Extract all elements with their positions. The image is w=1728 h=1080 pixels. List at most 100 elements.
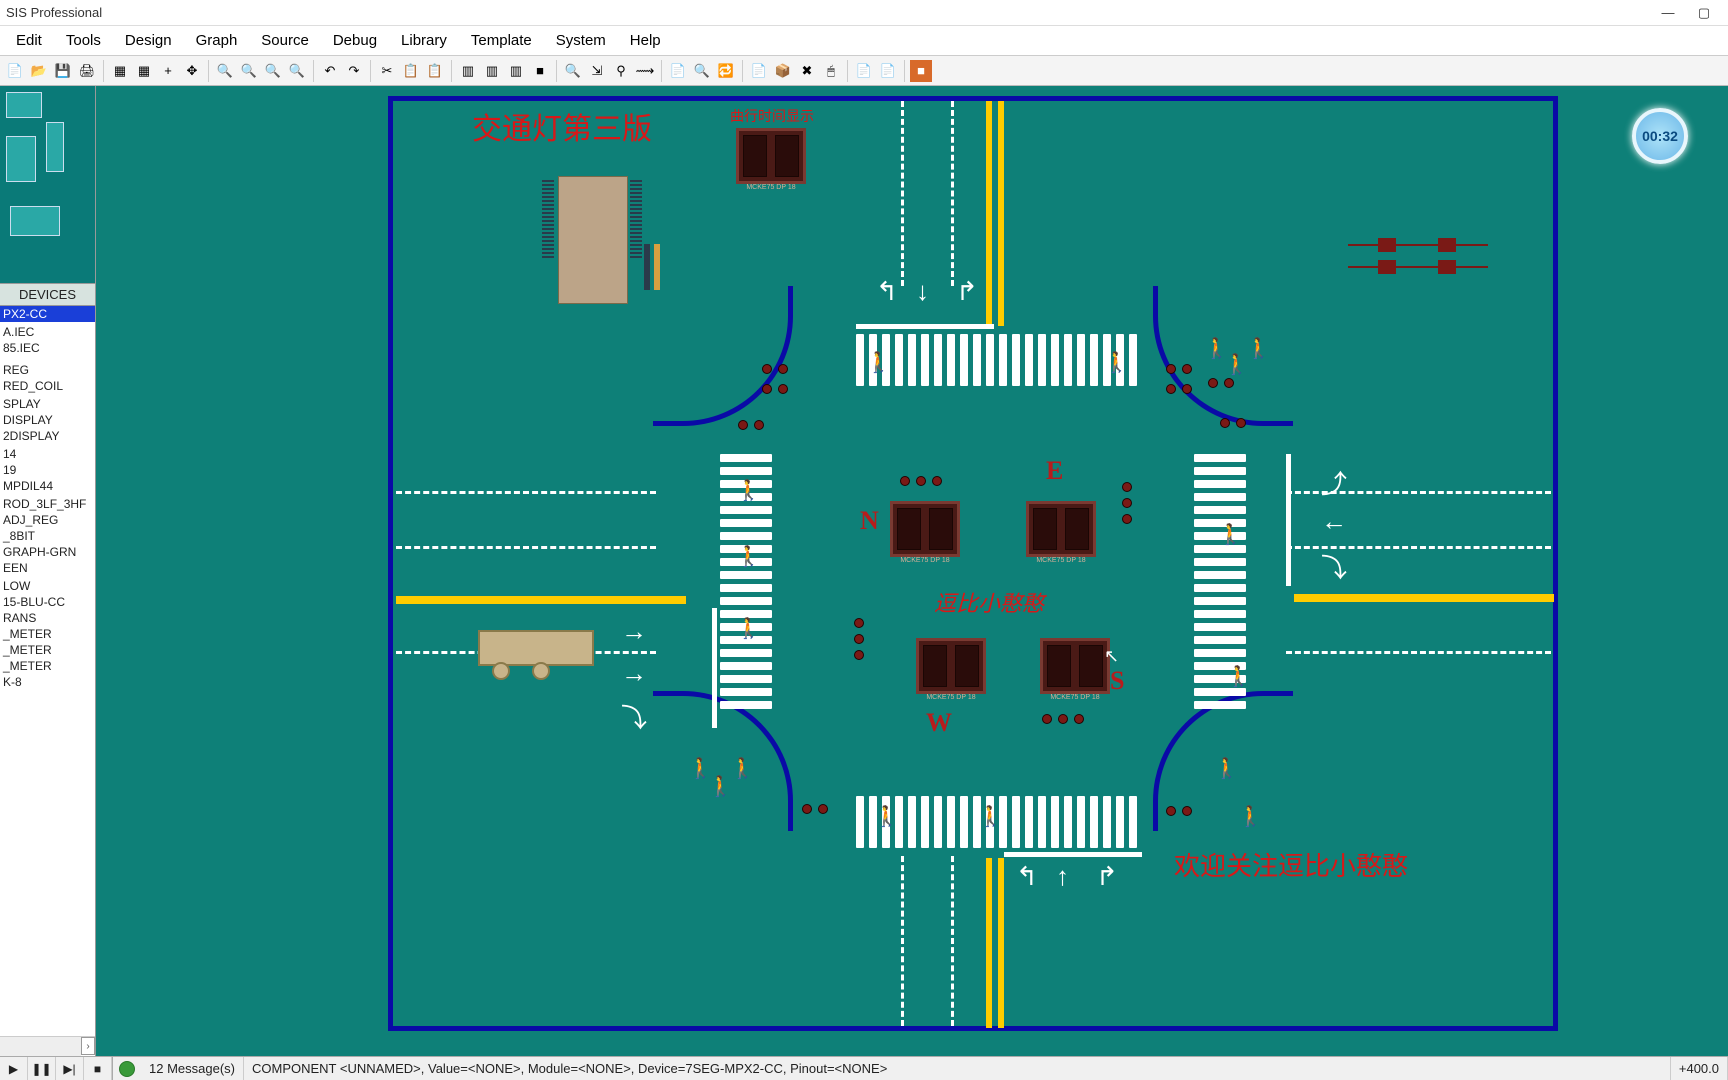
menu-library[interactable]: Library [389, 28, 459, 53]
save-icon[interactable]: 💾 [52, 60, 74, 82]
package-icon[interactable]: 📦 [772, 60, 794, 82]
seg7-display-n: MCKE75 DP 18 [890, 501, 960, 557]
mcu-chip[interactable] [558, 176, 628, 304]
device-item[interactable]: 14 [0, 446, 95, 462]
zoom-in-icon[interactable]: 🔍 [214, 60, 236, 82]
lights [1166, 384, 1192, 394]
device-item[interactable]: ROD_3LF_3HF [0, 496, 95, 512]
zoom-out-icon[interactable]: 🔍 [238, 60, 260, 82]
device-item[interactable]: LOW [0, 578, 95, 594]
print-icon[interactable]: 🖨 [76, 60, 98, 82]
replace-icon[interactable]: 🔁 [715, 60, 737, 82]
menu-design[interactable]: Design [113, 28, 184, 53]
device-item[interactable]: _METER [0, 658, 95, 674]
menu-debug[interactable]: Debug [321, 28, 389, 53]
device-item[interactable]: _METER [0, 626, 95, 642]
arrow-icon: → [621, 616, 647, 647]
menu-template[interactable]: Template [459, 28, 544, 53]
copy-icon[interactable]: 📋 [400, 60, 422, 82]
arrow-icon: ⤴ [1321, 464, 1347, 501]
pedestrian-icon: 🚶 [1238, 804, 1263, 829]
trace-icon[interactable]: ⟿ [634, 60, 656, 82]
menu-graph[interactable]: Graph [184, 28, 250, 53]
design-canvas[interactable]: ↰ ↓ ↱ ↰ ↑ ↱ → → ⤵ ⤴ ← ⤵ MCKE75 DP 18 MCK… [96, 86, 1728, 1056]
menu-edit[interactable]: Edit [4, 28, 54, 53]
device-list[interactable]: PX2-CC A.IEC85.IEC REGRED_COIL SPLAYDISPLAY… [0, 306, 95, 1036]
cut-icon[interactable]: ✂ [376, 60, 398, 82]
pan-icon[interactable]: ✥ [181, 60, 203, 82]
lights [1122, 482, 1132, 524]
device-scroll[interactable]: › [0, 1036, 95, 1056]
block-copy-icon[interactable]: ▥ [457, 60, 479, 82]
device-item[interactable]: 2DISPLAY [0, 428, 95, 444]
message-indicator-icon[interactable] [119, 1061, 135, 1077]
netlist-icon[interactable]: 📄 [667, 60, 689, 82]
device-item[interactable]: K-8 [0, 674, 95, 690]
label-w: W [926, 708, 952, 738]
block-rotate-icon[interactable]: ▥ [505, 60, 527, 82]
device-item[interactable]: EEN [0, 560, 95, 576]
arrow-icon: ↰ [1016, 861, 1038, 892]
device-item[interactable]: _METER [0, 642, 95, 658]
block-delete-icon[interactable]: ■ [529, 60, 551, 82]
find-icon[interactable]: 🔍 [691, 60, 713, 82]
label-s: S [1110, 666, 1124, 696]
scroll-right-icon[interactable]: › [81, 1037, 95, 1055]
decompose-icon[interactable]: ✖ [796, 60, 818, 82]
device-item[interactable]: _8BIT [0, 528, 95, 544]
paste-icon[interactable]: 📋 [424, 60, 446, 82]
device-item[interactable]: RED_COIL [0, 378, 95, 394]
ares-icon[interactable]: ■ [910, 60, 932, 82]
device-item[interactable]: MPDIL44 [0, 478, 95, 494]
menu-tools[interactable]: Tools [54, 28, 113, 53]
zoom-all-icon[interactable]: 🔍 [262, 60, 284, 82]
menu-source[interactable]: Source [249, 28, 321, 53]
sim-stop-button[interactable]: ■ [84, 1057, 112, 1080]
sim-step-button[interactable]: ▶| [56, 1057, 84, 1080]
device-item[interactable]: 19 [0, 462, 95, 478]
new-icon[interactable]: 📄 [4, 60, 26, 82]
erc-icon[interactable]: 📄 [877, 60, 899, 82]
zoom-sheet-icon[interactable]: 🔍 [562, 60, 584, 82]
overview-preview[interactable] [0, 86, 95, 284]
device-item[interactable]: 15-BLU-CC [0, 594, 95, 610]
sim-controls: ▶ ❚❚ ▶| ■ [0, 1057, 113, 1080]
lights [738, 420, 764, 430]
origin-icon[interactable]: + [157, 60, 179, 82]
device-item[interactable]: SPLAY [0, 396, 95, 412]
device-item[interactable]: GRAPH-GRN [0, 544, 95, 560]
device-item[interactable]: DISPLAY [0, 412, 95, 428]
menu-help[interactable]: Help [618, 28, 673, 53]
device-item[interactable]: PX2-CC [0, 306, 95, 322]
open-icon[interactable]: 📂 [28, 60, 50, 82]
pedestrian-icon: 🚶 [1104, 350, 1129, 375]
status-messages[interactable]: 12 Message(s) [141, 1057, 244, 1080]
undo-icon[interactable]: ↶ [319, 60, 341, 82]
redo-icon[interactable]: ↷ [343, 60, 365, 82]
minimize-button[interactable]: — [1650, 3, 1686, 23]
device-item[interactable]: REG [0, 362, 95, 378]
create-icon[interactable]: 📄 [748, 60, 770, 82]
maximize-button[interactable]: ▢ [1686, 3, 1722, 23]
device-item[interactable]: ADJ_REG [0, 512, 95, 528]
sim-pause-button[interactable]: ❚❚ [28, 1057, 56, 1080]
menu-system[interactable]: System [544, 28, 618, 53]
block-move-icon[interactable]: ▥ [481, 60, 503, 82]
pedestrian-icon: 🚶 [874, 804, 899, 829]
region-icon[interactable]: ▦ [109, 60, 131, 82]
search-tag-icon[interactable]: ⚲ [610, 60, 632, 82]
device-item[interactable]: A.IEC [0, 324, 95, 340]
device-item[interactable]: 85.IEC [0, 340, 95, 356]
lights [802, 804, 828, 814]
sim-play-button[interactable]: ▶ [0, 1057, 28, 1080]
device-item[interactable]: RANS [0, 610, 95, 626]
status-coord: +400.0 [1671, 1057, 1728, 1080]
wire-repair-icon[interactable]: ⇲ [586, 60, 608, 82]
bom-icon[interactable]: 📄 [853, 60, 875, 82]
chip-pins [630, 180, 642, 258]
arrow-icon: ↑ [1056, 861, 1069, 892]
grid-icon[interactable]: ▦ [133, 60, 155, 82]
zoom-area-icon[interactable]: 🔍 [286, 60, 308, 82]
component-cluster[interactable] [1348, 236, 1488, 296]
pick-icon[interactable]: 🖱 [820, 60, 842, 82]
